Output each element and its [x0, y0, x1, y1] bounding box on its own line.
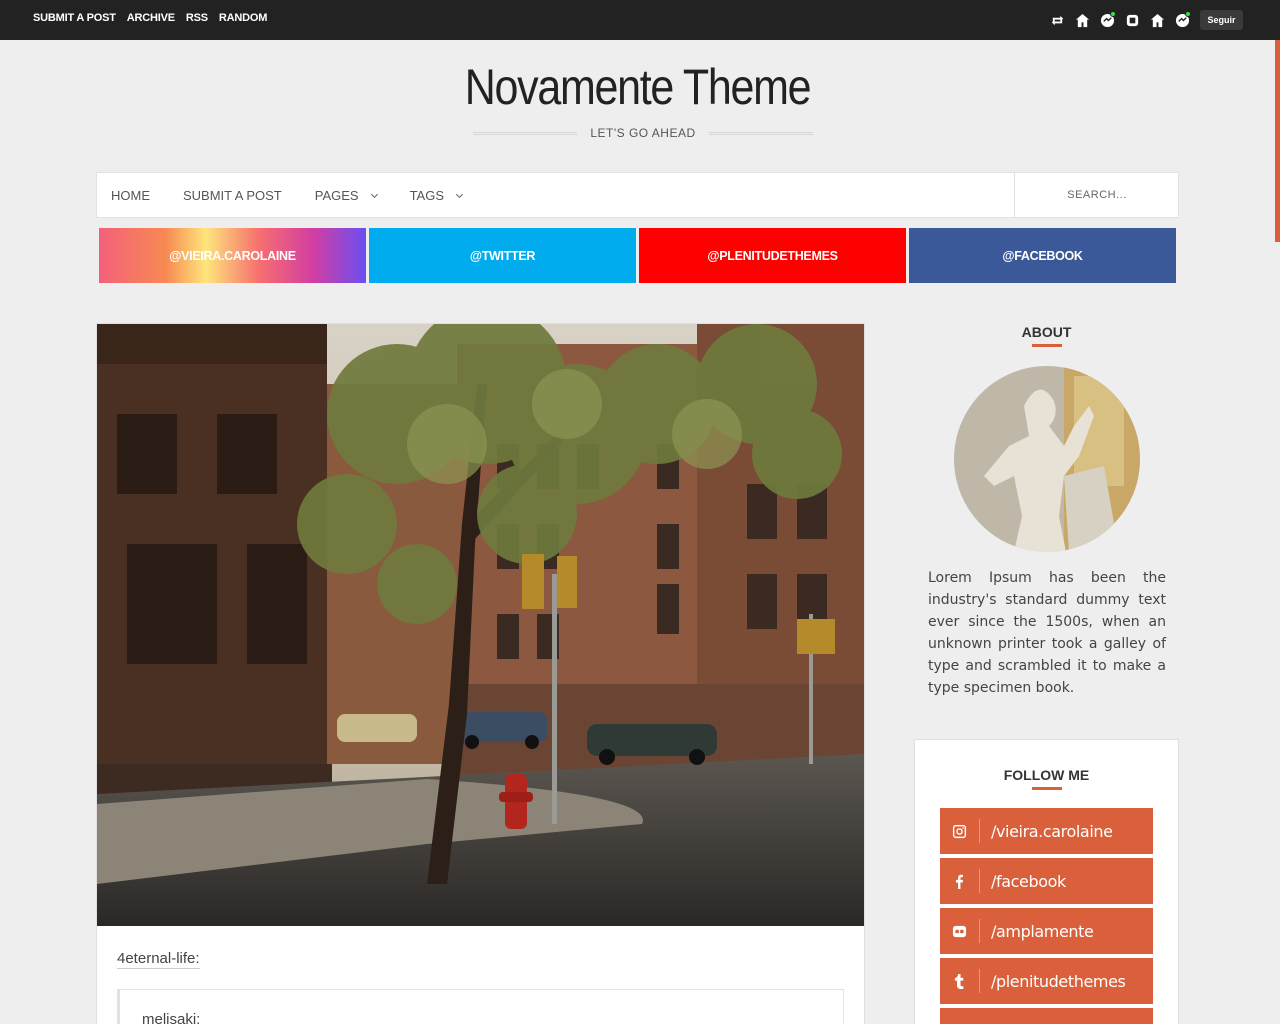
home-icon[interactable] [1073, 11, 1091, 29]
follow-link-facebook[interactable]: /facebook [940, 858, 1153, 904]
nav-item-submit[interactable]: SUBMIT A POST [183, 188, 282, 203]
nav-item-label: PAGES [314, 188, 359, 203]
topbar-link-rss[interactable]: RSS [186, 12, 208, 24]
follow-button[interactable]: Seguir [1200, 10, 1243, 30]
nav-items: HOME SUBMIT A POST PAGES TAGS [111, 188, 495, 203]
post-card: 4eternal-life: melisaki: [96, 323, 865, 1024]
instagram-icon [940, 819, 980, 843]
post-photo[interactable] [97, 324, 864, 926]
chevron-down-icon [455, 190, 464, 198]
topbar-link-random[interactable]: RANDOM [219, 12, 267, 24]
follow-link-label: /amplamente [991, 921, 1094, 941]
follow-widget: FOLLOW ME /vieira.carolaine /facebook /a… [914, 739, 1179, 1024]
topbar-link-submit[interactable]: SUBMIT A POST [33, 12, 116, 24]
follow-link-label: /vieira.carolaine [991, 821, 1113, 841]
blog-avatar-icon[interactable] [1098, 11, 1116, 29]
tumblr-icon [940, 969, 980, 993]
site-title[interactable]: Novamente Theme [89, 58, 1186, 116]
main-nav: HOME SUBMIT A POST PAGES TAGS [96, 172, 1179, 218]
avatar [954, 366, 1140, 552]
social-banner-facebook[interactable]: @FACEBOOK [909, 228, 1176, 283]
about-text: Lorem Ipsum has been the industry's stan… [928, 570, 1166, 696]
follow-link-tumblr[interactable]: /plenitudethemes [940, 958, 1153, 1004]
site-tagline: LET'S GO AHEAD [590, 126, 696, 140]
facebook-icon [940, 869, 980, 893]
search-box [1014, 173, 1179, 217]
follow-title-underline [1032, 787, 1062, 790]
search-input[interactable] [1015, 173, 1179, 217]
topbar-icons [1048, 11, 1191, 29]
nav-item-label: HOME [111, 188, 150, 203]
about-title: ABOUT [1021, 324, 1072, 340]
follow-link-instagram[interactable]: /vieira.carolaine [940, 808, 1153, 854]
topbar-links: SUBMIT A POST ARCHIVE RSS RANDOM [33, 12, 267, 24]
follow-link-more[interactable] [940, 1008, 1153, 1024]
scrollbar-thumb[interactable] [1275, 40, 1280, 242]
blog-avatar-icon[interactable] [1173, 11, 1191, 29]
nav-item-tags[interactable]: TAGS [409, 188, 464, 203]
nav-item-pages[interactable]: PAGES [314, 188, 378, 203]
follow-link-label: /plenitudethemes [991, 971, 1126, 991]
tagline-wrap: LET'S GO AHEAD [473, 126, 813, 142]
home-icon[interactable] [1148, 11, 1166, 29]
follow-title: FOLLOW ME [1003, 767, 1090, 783]
reblog-icon[interactable] [1048, 11, 1066, 29]
quote-username[interactable]: melisaki: [142, 1011, 200, 1024]
nav-item-label: SUBMIT A POST [183, 188, 282, 203]
social-banner-instagram[interactable]: @VIEIRA.CAROLAINE [99, 228, 366, 283]
tumblr-topbar: SUBMIT A POST ARCHIVE RSS RANDOM Seguir [0, 0, 1280, 40]
nav-item-label: TAGS [409, 188, 445, 203]
follow-link-flickr[interactable]: /amplamente [940, 908, 1153, 954]
nav-item-home[interactable]: HOME [111, 188, 150, 203]
flickr-icon [940, 919, 980, 943]
topbar-link-archive[interactable]: ARCHIVE [127, 12, 175, 24]
chevron-down-icon [370, 190, 378, 198]
follow-link-label: /facebook [991, 871, 1066, 891]
social-banner-twitter[interactable]: @TWITTER [369, 228, 636, 283]
social-banner: @VIEIRA.CAROLAINE @TWITTER @PLENITUDETHE… [99, 228, 1176, 283]
reblog-quote: melisaki: [117, 989, 844, 1024]
dashboard-icon[interactable] [1123, 11, 1141, 29]
social-banner-plenitude[interactable]: @PLENITUDETHEMES [639, 228, 906, 283]
reblog-username[interactable]: 4eternal-life: [117, 950, 200, 969]
about-title-underline [1032, 344, 1062, 347]
